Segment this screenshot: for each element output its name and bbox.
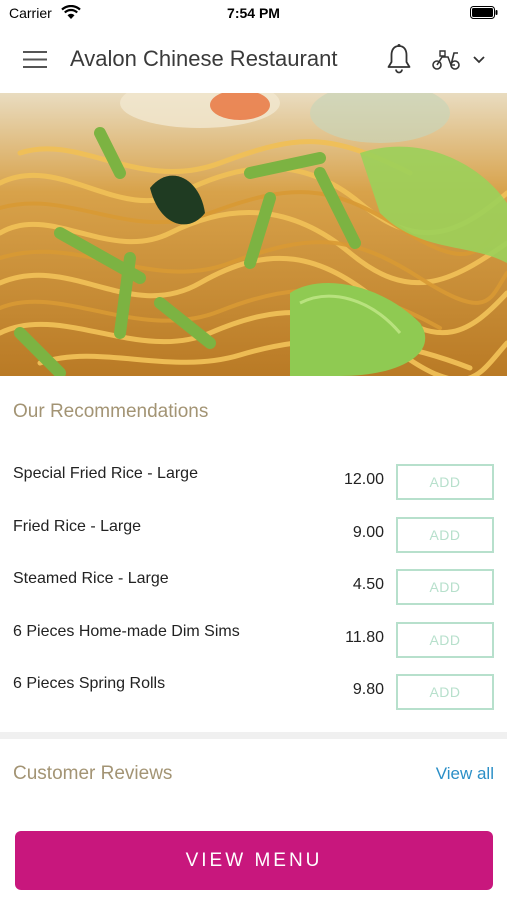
section-divider [0, 732, 507, 739]
view-menu-button[interactable]: VIEW MENU [15, 831, 493, 890]
list-item: 6 Pieces Spring Rolls 9.80 ADD [0, 665, 507, 718]
item-price: 11.80 [345, 628, 384, 646]
item-price: 9.80 [352, 681, 384, 698]
recommendations-title: Our Recommendations [13, 401, 209, 422]
item-name: Special Fried Rice - Large [13, 465, 198, 482]
status-time: 7:54 PM [227, 5, 280, 21]
list-item: Special Fried Rice - Large 12.00 ADD [0, 455, 507, 508]
app-header: Avalon Chinese Restaurant [0, 26, 507, 93]
item-name: 6 Pieces Spring Rolls [13, 675, 166, 692]
item-name: Steamed Rice - Large [13, 570, 169, 587]
chevron-down-icon[interactable] [471, 53, 487, 65]
reviews-title: Customer Reviews [13, 763, 173, 784]
scooter-icon[interactable] [431, 47, 461, 71]
add-button[interactable]: ADD [396, 569, 494, 605]
hero-food-image [0, 93, 507, 376]
bell-icon[interactable] [385, 43, 413, 75]
view-all-link[interactable]: View all [436, 764, 494, 784]
add-button[interactable]: ADD [396, 674, 494, 710]
list-item: 6 Pieces Home-made Dim Sims 11.80 ADD [0, 613, 507, 666]
add-button[interactable]: ADD [396, 621, 494, 658]
add-button[interactable]: ADD [396, 464, 494, 500]
item-name: Fried Rice - Large [13, 517, 142, 535]
item-price: 4.50 [352, 576, 384, 593]
battery-icon [470, 6, 498, 19]
recommendations-list: Special Fried Rice - Large 12.00 ADD Fri… [0, 455, 507, 718]
restaurant-title: Avalon Chinese Restaurant [70, 46, 338, 71]
add-button[interactable]: ADD [396, 516, 494, 553]
item-price: 12.00 [343, 471, 384, 488]
item-name: 6 Pieces Home-made Dim Sims [13, 622, 240, 640]
list-item: Steamed Rice - Large 4.50 ADD [0, 560, 507, 613]
noodles-illustration [0, 93, 507, 376]
list-item: Fried Rice - Large 9.00 ADD [0, 508, 507, 561]
item-price: 9.00 [352, 523, 384, 541]
hamburger-menu-icon[interactable] [23, 50, 47, 69]
status-bar: Carrier 7:54 PM [0, 0, 507, 26]
